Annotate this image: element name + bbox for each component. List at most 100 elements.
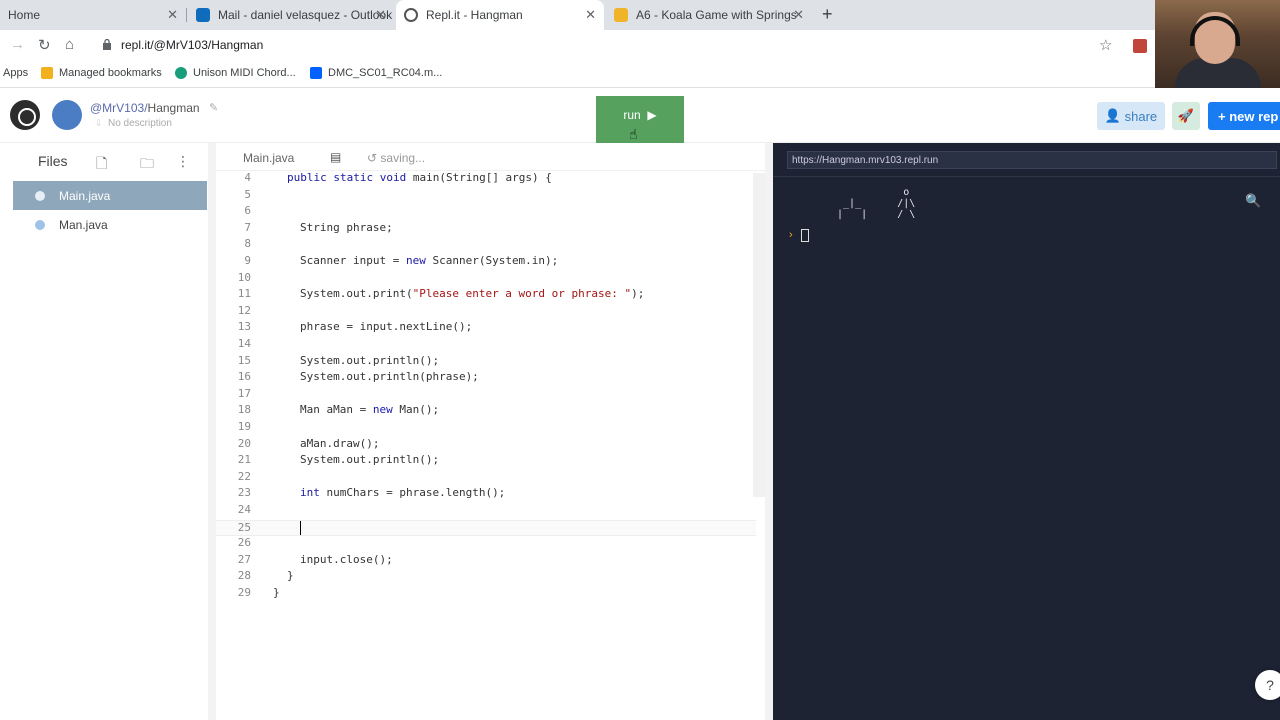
file-item-man-java[interactable]: Man.java [13,210,207,239]
code-line[interactable]: 24 [216,503,756,519]
line-number: 7 [244,220,251,234]
forward-icon[interactable]: → [10,36,25,53]
run-button[interactable]: run ▶ [596,96,684,143]
line-number: 20 [237,436,251,450]
code-line[interactable]: 22 [216,470,756,486]
code-area[interactable]: 4 public static void main(String[] args) … [216,171,756,720]
replit-logo-icon[interactable] [10,100,40,130]
code-line[interactable]: 12 [216,304,756,320]
help-button[interactable]: ? [1255,670,1280,700]
bookmarks-bar: Apps Managed bookmarks Unison MIDI Chord… [0,60,1280,88]
repl-title[interactable]: @MrV103/Hangman [90,101,200,115]
code-line[interactable]: 13 phrase = input.nextLine(); [216,320,756,336]
code-line[interactable]: 19 [216,420,756,436]
bookmark-label: Apps [3,67,29,79]
pane-divider[interactable] [208,143,216,720]
address-bar: → ↻ ⌂ repl.it/@MrV103/Hangman ☆ [0,30,1280,60]
pencil-icon[interactable]: ✎ [209,101,218,114]
tab-koala[interactable]: A6 - Koala Game with Springs ✕ [606,0,812,30]
code-line[interactable]: 17 [216,387,756,403]
add-folder-icon[interactable]: 🗀 [140,153,154,177]
avatar[interactable] [52,100,82,130]
tab-home[interactable]: Home ✕ [0,0,186,30]
code-line[interactable]: 15 System.out.println(); [216,354,756,370]
close-icon[interactable]: ✕ [793,7,804,23]
code-line[interactable]: 5 [216,188,756,204]
line-number: 27 [237,552,251,566]
code-line[interactable]: 11 System.out.print("Please enter a word … [216,287,756,303]
code-line[interactable]: 9 Scanner input = new Scanner(System.in); [216,254,756,270]
code-text: Man aMan = new Man(); [300,403,440,417]
extension-icon[interactable] [1133,39,1147,53]
code-line[interactable]: 8 [216,237,756,253]
repl-owner[interactable]: @MrV103/ [90,101,148,115]
bookmark-label: Managed bookmarks [59,67,162,79]
share-button[interactable]: 👤 share [1097,102,1165,130]
code-line[interactable]: 18 Man aMan = new Man(); [216,403,756,419]
code-line[interactable]: 25 [216,519,756,536]
line-number: 5 [244,187,251,201]
line-number: 6 [244,204,251,218]
repl-description[interactable]: No description [108,118,172,129]
code-text: System.out.println(phrase); [300,370,479,384]
save-status: ↺ saving... [367,151,425,165]
code-line[interactable]: 20 aMan.draw(); [216,437,756,453]
new-tab-icon[interactable]: + [822,4,833,25]
console-cursor[interactable] [801,229,809,242]
close-icon[interactable]: ✕ [167,7,178,23]
file-name: Man.java [59,217,108,232]
code-line[interactable]: 26 [216,536,756,552]
bookmark-managed[interactable]: Managed bookmarks [41,67,162,79]
codehs-icon [614,8,628,22]
folder-icon [41,67,53,79]
tab-outlook[interactable]: Mail - daniel velasquez - Outlook ✕ [188,0,394,30]
tab-replit[interactable]: Repl.it - Hangman ✕ [396,0,604,30]
code-line[interactable]: 29} [216,586,756,602]
console-pane: https://Hangman.mrv103.repl.run o _|_ /|… [773,143,1280,720]
line-number: 21 [237,453,251,467]
bookmark-apps[interactable]: Apps [3,67,28,79]
line-number: 11 [237,287,251,301]
code-text: public static void main(String[] args) { [287,171,552,184]
code-line[interactable]: 4 public static void main(String[] args) … [216,171,756,187]
code-line[interactable]: 10 [216,271,756,287]
java-file-icon [35,219,45,230]
code-line[interactable]: 23 int numChars = phrase.length(); [216,486,756,502]
line-number: 28 [237,569,251,583]
bookmark-star-icon[interactable]: ☆ [1099,36,1112,54]
rocket-icon[interactable]: 🚀 [1172,102,1200,130]
code-line[interactable]: 28} [216,569,756,585]
history-icon: ↺ [367,151,378,165]
bookmark-dropbox[interactable]: DMC_SC01_RC04.m... [310,67,442,79]
editor-tab-main-java[interactable]: Main.java [243,151,294,165]
code-line[interactable]: 6 [216,204,756,220]
search-icon[interactable]: 🔍 [1245,193,1261,209]
file-item-main-java[interactable]: Main.java [13,181,207,210]
bookmark-unison[interactable]: Unison MIDI Chord... [175,67,296,79]
code-line[interactable]: 27 input.close(); [216,553,756,569]
code-line[interactable]: 7 String phrase; [216,221,756,237]
repl-name: Hangman [147,101,200,115]
code-line[interactable]: 14 [216,337,756,353]
close-icon[interactable]: ✕ [585,7,596,23]
play-icon: ▶ [647,108,657,122]
new-repl-button[interactable]: + new rep [1208,102,1280,130]
line-number: 16 [237,370,251,384]
dropbox-icon [310,67,322,79]
line-number: 8 [244,237,251,251]
pane-divider[interactable] [765,143,773,720]
editor-scrollbar[interactable] [753,173,765,497]
close-icon[interactable]: ✕ [375,7,386,23]
home-icon[interactable]: ⌂ [65,36,74,53]
format-icon[interactable]: ▤ [330,150,341,164]
add-file-icon[interactable]: 🗋 [96,153,107,177]
more-options-icon[interactable]: ⋮ [176,153,190,170]
tab-label: Mail - daniel velasquez - Outlook [218,8,393,22]
console-url-field[interactable]: https://Hangman.mrv103.repl.run [787,151,1277,169]
code-line[interactable]: 16 System.out.println(phrase); [216,370,756,386]
code-line[interactable]: 21 System.out.println(); [216,453,756,469]
text-caret [300,520,301,535]
tab-separator [186,8,187,22]
url-field[interactable]: repl.it/@MrV103/Hangman [121,38,263,52]
reload-icon[interactable]: ↻ [38,36,51,54]
